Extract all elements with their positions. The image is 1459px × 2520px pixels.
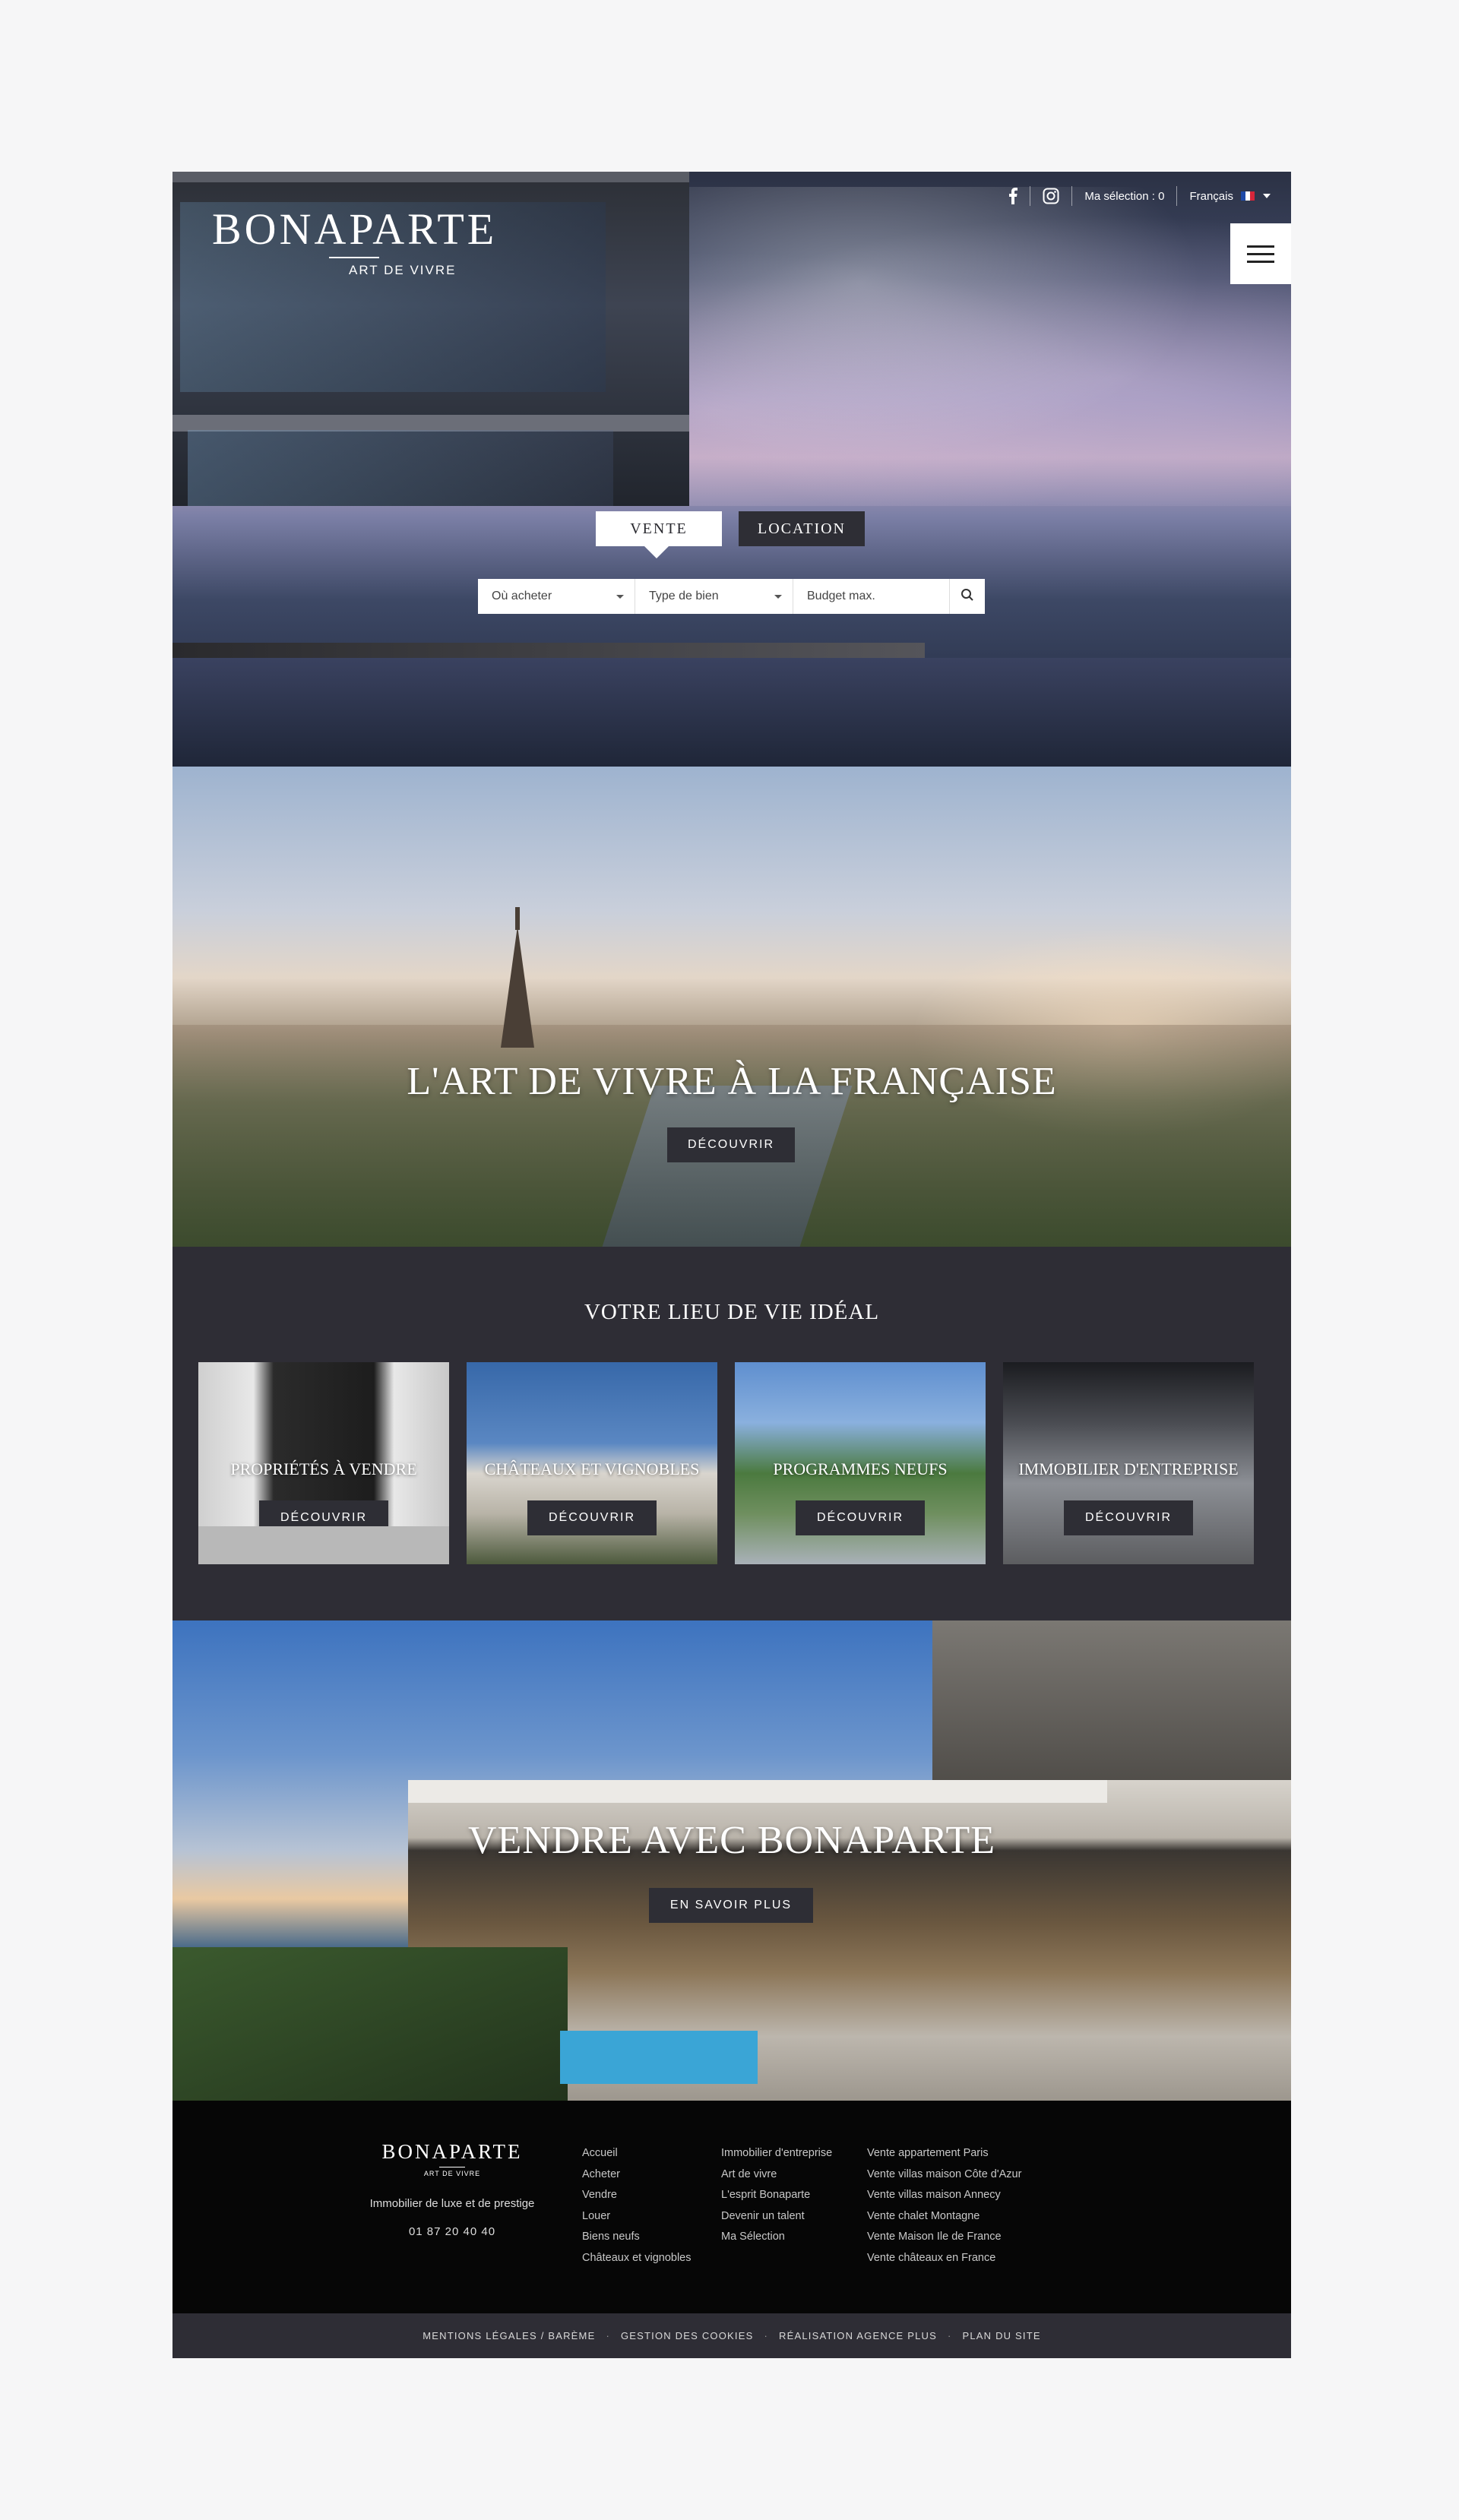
coastal-cliff [172, 1947, 568, 2101]
card-properties-for-sale[interactable]: PROPRIÉTÉS À VENDRE DÉCOUVRIR [198, 1362, 449, 1564]
selection-link[interactable]: Ma sélection : 0 [1084, 190, 1164, 203]
villa-upper-floor [932, 1620, 1291, 1803]
footer-logo-tagline: ART DE VIVRE [423, 2170, 481, 2177]
agency-credit-link[interactable]: RÉALISATION AGENCE PLUS [779, 2330, 937, 2341]
card-discover-button[interactable]: DÉCOUVRIR [259, 1500, 388, 1535]
section-title: VOTRE LIEU DE VIE IDÉAL [584, 1300, 880, 1324]
card-title: CHÂTEAUX ET VIGNOBLES [484, 1459, 700, 1478]
villa-pool [560, 2031, 758, 2084]
logo-rule [329, 257, 379, 258]
separator: · [606, 2330, 610, 2341]
footer-link[interactable]: Acheter [582, 2164, 692, 2186]
footer-link[interactable]: Accueil [582, 2143, 692, 2164]
footer-link[interactable]: Vente Maison Ile de France [867, 2227, 1021, 2248]
language-label: Français [1189, 189, 1233, 203]
ideal-place-section: VOTRE LIEU DE VIE IDÉAL PROPRIÉTÉS À VEN… [172, 1247, 1291, 1620]
footer-logo-name: BONAPARTE [381, 2140, 523, 2163]
eiffel-tower [501, 926, 534, 1048]
search-button[interactable] [950, 579, 985, 614]
footer-nav-col-3: Vente appartement Paris Vente villas mai… [867, 2143, 1021, 2269]
caret-down-icon [616, 594, 624, 599]
art-de-vivre-banner: L'ART DE VIVRE À LA FRANÇAISE DÉCOUVRIR [172, 767, 1291, 1247]
chevron-down-icon [1262, 193, 1271, 199]
sell-with-bonaparte-banner: VENDRE AVEC BONAPARTE EN SAVOIR PLUS [172, 1620, 1291, 2101]
learn-more-button[interactable]: EN SAVOIR PLUS [649, 1888, 813, 1923]
card-title: PROPRIÉTÉS À VENDRE [230, 1459, 417, 1478]
language-selector[interactable]: Français [1189, 190, 1271, 203]
footer-link[interactable]: Vente appartement Paris [867, 2143, 1021, 2164]
footer-nav-col-1: Accueil Acheter Vendre Louer Biens neufs… [582, 2143, 692, 2269]
footer-link[interactable]: Vente villas maison Annecy [867, 2185, 1021, 2206]
footer-nav-col-2: Immobilier d'entreprise Art de vivre L'e… [721, 2143, 832, 2248]
facebook-icon[interactable] [1008, 188, 1018, 204]
french-flag-icon [1241, 191, 1255, 201]
separator: · [764, 2330, 768, 2341]
footer-link[interactable]: Biens neufs [582, 2227, 692, 2248]
sell-title: VENDRE AVEC BONAPARTE [468, 1819, 995, 1862]
separator: · [947, 2330, 952, 2341]
card-discover-button[interactable]: DÉCOUVRIR [796, 1500, 925, 1535]
footer-link[interactable]: Immobilier d'entreprise [721, 2143, 832, 2164]
hero-section: BONAPARTE ART DE VIVRE Ma sélection : 0 … [172, 172, 1291, 767]
where-select[interactable]: Où acheter [478, 579, 635, 614]
search-icon [961, 588, 974, 605]
art-de-vivre-title: L'ART DE VIVRE À LA FRANÇAISE [407, 1060, 1057, 1103]
caret-down-icon [774, 594, 782, 599]
page-frame: BONAPARTE ART DE VIVRE Ma sélection : 0 … [172, 172, 1291, 2358]
budget-input[interactable]: Budget max. [793, 579, 950, 614]
footer: BONAPARTE ART DE VIVRE Immobilier de lux… [172, 2101, 1291, 2313]
where-select-label: Où acheter [492, 590, 552, 602]
instagram-icon[interactable] [1043, 188, 1059, 204]
footer-link[interactable]: Châteaux et vignobles [582, 2248, 692, 2269]
card-discover-button[interactable]: DÉCOUVRIR [527, 1500, 657, 1535]
card-title: PROGRAMMES NEUFS [773, 1459, 948, 1478]
card-title: IMMOBILIER D'ENTREPRISE [1018, 1459, 1239, 1478]
footer-link[interactable]: Vente villas maison Côte d'Azur [867, 2164, 1021, 2186]
site-logo[interactable]: BONAPARTE ART DE VIVRE [212, 205, 516, 278]
card-chateaux-vineyards[interactable]: CHÂTEAUX ET VIGNOBLES DÉCOUVRIR [467, 1362, 717, 1564]
budget-placeholder: Budget max. [807, 590, 875, 602]
search-tabs: VENTE LOCATION [596, 511, 865, 558]
hamburger-menu-icon[interactable] [1230, 223, 1291, 284]
logo-tagline: ART DE VIVRE [349, 263, 457, 277]
divider [1176, 186, 1178, 206]
footer-link[interactable]: Louer [582, 2206, 692, 2228]
hero-pool [172, 658, 1291, 767]
footer-link[interactable]: Ma Sélection [721, 2227, 832, 2248]
legal-bar: MENTIONS LÉGALES / BARÈME · GESTION DES … [172, 2313, 1291, 2358]
cookies-link[interactable]: GESTION DES COOKIES [621, 2330, 754, 2341]
footer-link[interactable]: Vente châteaux en France [867, 2248, 1021, 2269]
property-type-label: Type de bien [649, 590, 719, 602]
legal-link[interactable]: MENTIONS LÉGALES / BARÈME [423, 2330, 595, 2341]
footer-link[interactable]: Devenir un talent [721, 2206, 832, 2228]
sitemap-link[interactable]: PLAN DU SITE [963, 2330, 1041, 2341]
divider [1071, 186, 1073, 206]
tab-vente[interactable]: VENTE [596, 511, 722, 558]
footer-link[interactable]: Vendre [582, 2185, 692, 2206]
discover-button[interactable]: DÉCOUVRIR [667, 1127, 795, 1162]
footer-link[interactable]: L'esprit Bonaparte [721, 2185, 832, 2206]
footer-logo[interactable]: BONAPARTE ART DE VIVRE Immobilier de lux… [369, 2140, 536, 2238]
footer-description: Immobilier de luxe et de prestige [369, 2197, 535, 2210]
footer-link[interactable]: Art de vivre [721, 2164, 832, 2186]
footer-phone[interactable]: 01 87 20 40 40 [369, 2225, 536, 2238]
top-bar: Ma sélection : 0 Français [1008, 179, 1271, 213]
property-type-select[interactable]: Type de bien [635, 579, 793, 614]
card-discover-button[interactable]: DÉCOUVRIR [1064, 1500, 1193, 1535]
villa-roof [408, 1780, 1107, 1803]
logo-name: BONAPARTE [212, 204, 498, 254]
search-bar: Où acheter Type de bien Budget max. [478, 579, 985, 614]
footer-link[interactable]: Vente chalet Montagne [867, 2206, 1021, 2228]
tab-location[interactable]: LOCATION [739, 511, 865, 546]
card-business-real-estate[interactable]: IMMOBILIER D'ENTREPRISE DÉCOUVRIR [1003, 1362, 1254, 1564]
card-new-programs[interactable]: PROGRAMMES NEUFS DÉCOUVRIR [735, 1362, 986, 1564]
